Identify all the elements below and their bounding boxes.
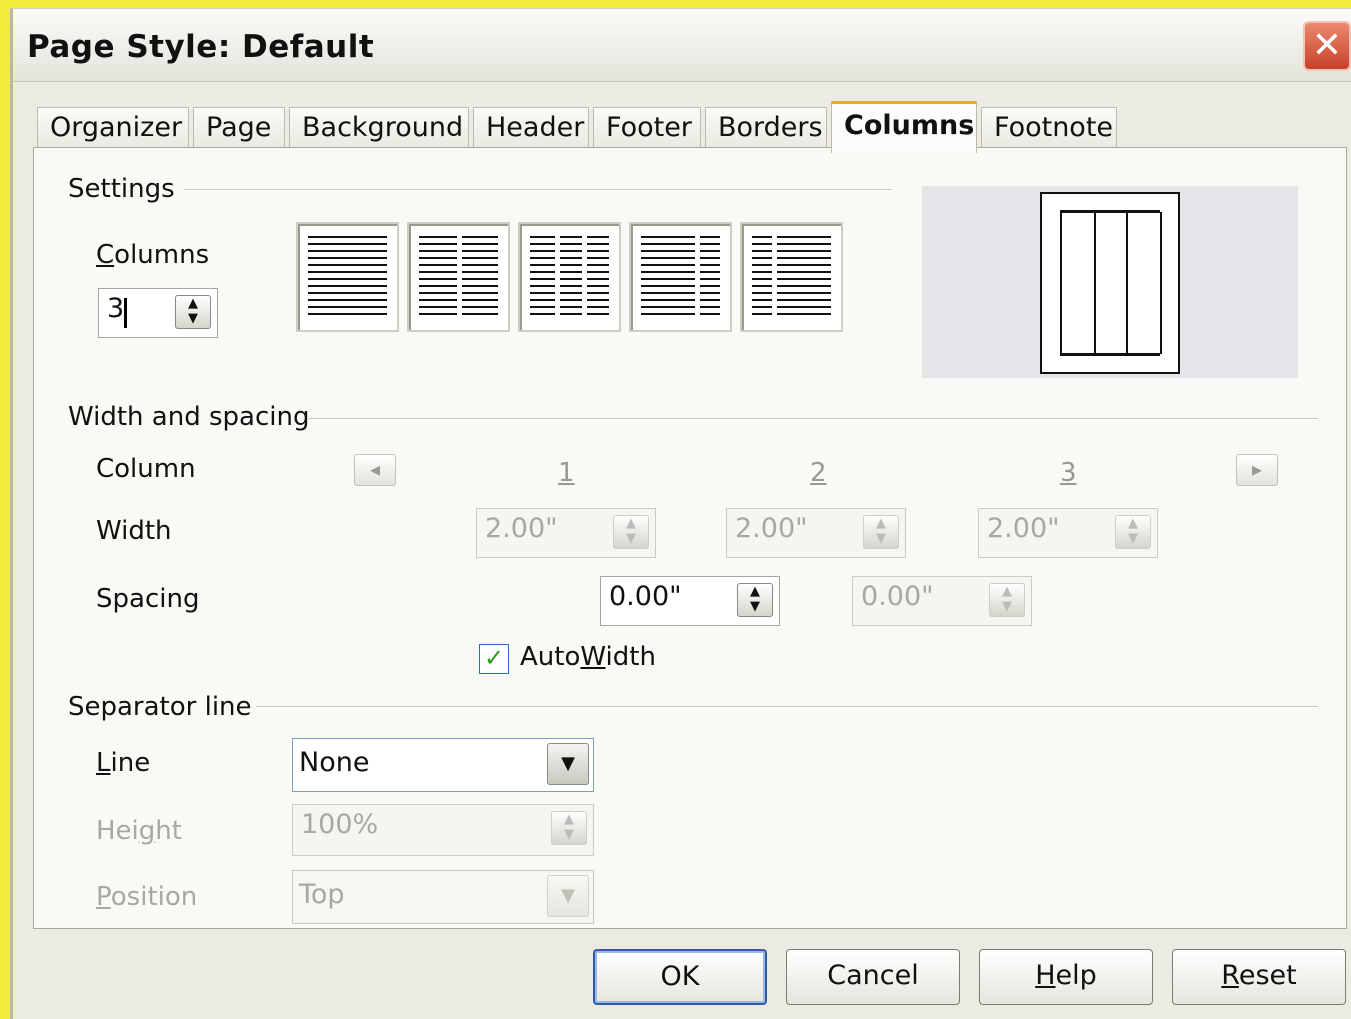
height-label: Height xyxy=(96,816,182,846)
width-column-2-value: 2.00" xyxy=(735,513,808,544)
title-bar: Page Style: Default ✕ xyxy=(13,9,1351,82)
spin-arrows-icon: ▲ ▼ xyxy=(863,515,899,549)
reset-button[interactable]: Reset xyxy=(1172,949,1346,1005)
checkmark-icon: ✓ xyxy=(483,644,505,672)
spin-arrows-icon: ▲ ▼ xyxy=(1115,515,1151,549)
arrow-right-icon: ▸ xyxy=(1251,457,1263,481)
spacing-1-value[interactable]: 0.00" xyxy=(609,581,682,612)
spacing-label: Spacing xyxy=(96,584,200,614)
tab-columns[interactable]: Columns xyxy=(831,101,977,153)
position-dropdown[interactable]: Top ▼ xyxy=(292,870,594,924)
cancel-button[interactable]: Cancel xyxy=(786,949,960,1005)
preset-left-wide-button[interactable] xyxy=(629,222,732,332)
tab-footer[interactable]: Footer xyxy=(593,107,701,151)
separator-divider xyxy=(256,706,1318,708)
page-style-dialog: Page Style: Default ✕ Organizer Page Bac… xyxy=(10,8,1351,1019)
position-label: Position xyxy=(96,882,198,912)
chevron-down-icon: ▼ xyxy=(547,875,589,917)
right-wide-columns-icon xyxy=(752,236,831,318)
settings-divider xyxy=(184,189,892,191)
ok-button[interactable]: OK xyxy=(593,949,767,1005)
width-column-1-value: 2.00" xyxy=(485,513,558,544)
spin-arrows-icon: ▲ ▼ xyxy=(551,811,587,845)
one-column-icon xyxy=(308,236,387,318)
line-style-value: None xyxy=(299,747,370,778)
position-value: Top xyxy=(299,879,345,910)
preview-page-icon xyxy=(1040,192,1180,374)
tab-header[interactable]: Header xyxy=(473,107,589,151)
columns-label: Columns xyxy=(96,240,210,270)
column-number-1: 1 xyxy=(558,458,575,488)
spin-arrows-icon: ▲ ▼ xyxy=(989,583,1025,617)
close-icon: ✕ xyxy=(1311,25,1343,66)
previous-column-button[interactable]: ◂ xyxy=(354,454,396,486)
height-value: 100% xyxy=(301,809,379,840)
next-column-button[interactable]: ▸ xyxy=(1236,454,1278,486)
spin-arrows-icon: ▲ ▼ xyxy=(613,515,649,549)
width-label: Width xyxy=(96,516,172,546)
settings-section-label: Settings xyxy=(68,174,175,204)
column-number-2: 2 xyxy=(810,458,827,488)
tab-organizer[interactable]: Organizer xyxy=(37,107,189,151)
column-preview xyxy=(922,186,1298,378)
tab-background[interactable]: Background xyxy=(289,107,469,151)
width-column-3-value: 2.00" xyxy=(987,513,1060,544)
tab-page[interactable]: Page xyxy=(193,107,285,151)
spacing-2-value: 0.00" xyxy=(861,581,934,612)
columns-spin-arrows-icon[interactable]: ▲ ▼ xyxy=(175,295,211,329)
preset-right-wide-button[interactable] xyxy=(740,222,843,332)
separator-section-label: Separator line xyxy=(68,692,252,722)
width-spacing-divider xyxy=(308,418,1318,420)
width-column-2-spinbox[interactable]: 2.00" ▲ ▼ xyxy=(726,508,906,558)
columns-spinbox[interactable]: 3 ▲ ▼ xyxy=(98,288,218,338)
dialog-title: Page Style: Default xyxy=(27,29,375,65)
line-style-dropdown[interactable]: None ▼ xyxy=(292,738,594,792)
height-spinbox[interactable]: 100% ▲ ▼ xyxy=(292,804,594,856)
chevron-down-icon[interactable]: ▼ xyxy=(547,743,589,785)
spin-arrows-icon[interactable]: ▲ ▼ xyxy=(737,583,773,617)
preset-3-columns-button[interactable] xyxy=(518,222,621,332)
width-spacing-section-label: Width and spacing xyxy=(68,402,310,432)
autowidth-checkbox[interactable]: ✓ xyxy=(479,644,509,674)
tab-borders[interactable]: Borders xyxy=(705,107,827,151)
line-label: Line xyxy=(96,748,151,778)
three-columns-icon xyxy=(530,236,609,318)
tab-footnote[interactable]: Footnote xyxy=(981,107,1117,151)
width-column-1-spinbox[interactable]: 2.00" ▲ ▼ xyxy=(476,508,656,558)
arrow-left-icon: ◂ xyxy=(369,457,381,481)
close-button[interactable]: ✕ xyxy=(1303,21,1351,71)
autowidth-label[interactable]: AutoWidth xyxy=(520,642,656,672)
spacing-1-spinbox[interactable]: 0.00" ▲ ▼ xyxy=(600,576,780,626)
preset-1-column-button[interactable] xyxy=(296,222,399,332)
preset-2-columns-button[interactable] xyxy=(407,222,510,332)
spacing-2-spinbox[interactable]: 0.00" ▲ ▼ xyxy=(852,576,1032,626)
columns-panel: Settings Columns 3 ▲ ▼ Width and spacing… xyxy=(33,147,1347,929)
column-label: Column xyxy=(96,454,196,484)
text-cursor xyxy=(124,298,127,328)
columns-value[interactable]: 3 xyxy=(107,293,124,324)
help-button[interactable]: Help xyxy=(979,949,1153,1005)
left-wide-columns-icon xyxy=(641,236,720,318)
column-number-3: 3 xyxy=(1060,458,1077,488)
width-column-3-spinbox[interactable]: 2.00" ▲ ▼ xyxy=(978,508,1158,558)
